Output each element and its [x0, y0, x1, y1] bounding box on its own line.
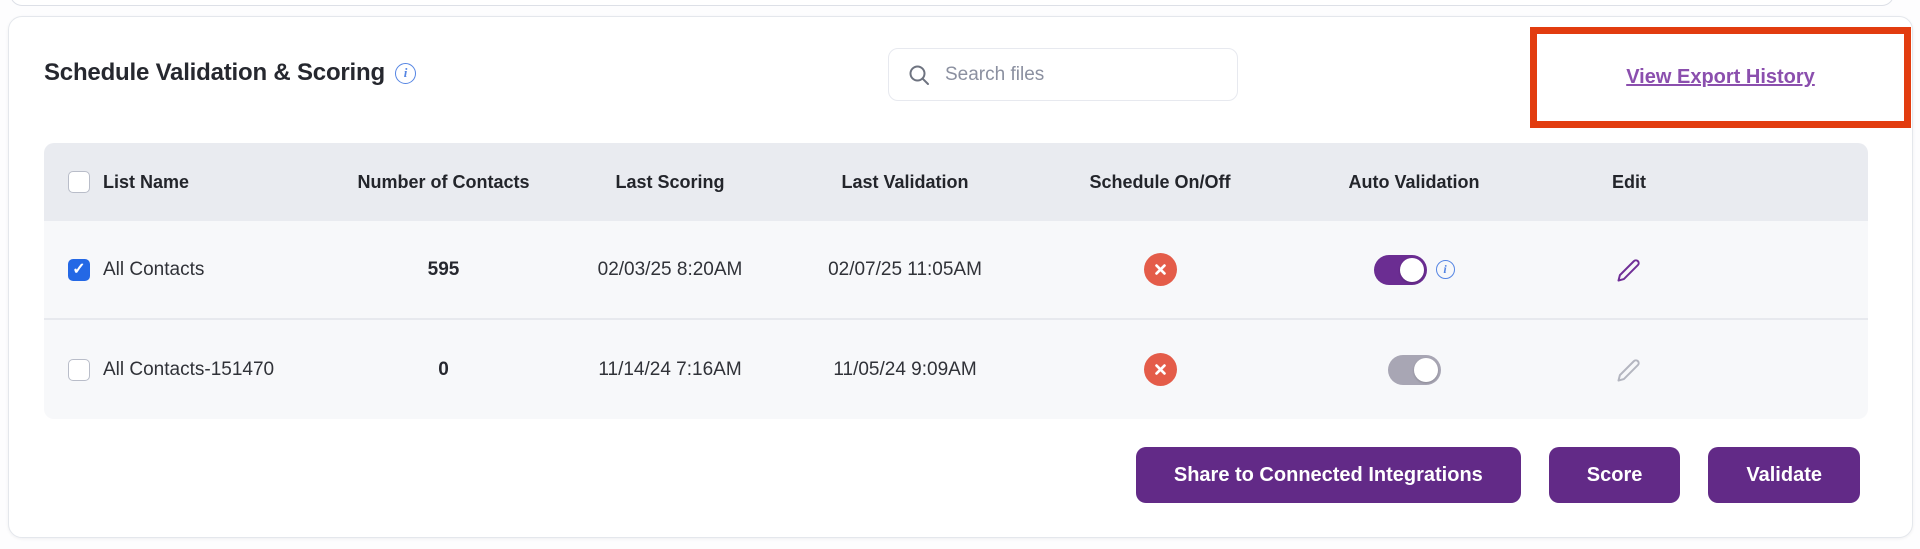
page-title: Schedule Validation & Scoring [44, 59, 416, 87]
list-name: All Contacts-151470 [103, 359, 274, 381]
validate-button[interactable]: Validate [1708, 447, 1860, 503]
toggle-knob [1414, 358, 1438, 382]
last-validation-date: 02/07/25 11:05AM [784, 259, 1026, 281]
schedule-off-error-icon [1144, 253, 1177, 286]
info-icon[interactable] [395, 63, 416, 84]
contacts-count: 0 [331, 359, 556, 381]
table-header-row: List Name Number of Contacts Last Scorin… [44, 143, 1868, 221]
edit-pencil-icon[interactable] [1615, 256, 1643, 284]
header-schedule-on-off: Schedule On/Off [1026, 172, 1294, 193]
score-button[interactable]: Score [1549, 447, 1681, 503]
header-edit: Edit [1534, 172, 1724, 193]
list-name: All Contacts [103, 259, 204, 281]
auto-validation-toggle[interactable] [1388, 355, 1441, 385]
info-icon[interactable] [1436, 260, 1455, 279]
header-last-validation: Last Validation [784, 172, 1026, 193]
share-to-integrations-button[interactable]: Share to Connected Integrations [1136, 447, 1521, 503]
last-scoring-date: 02/03/25 8:20AM [556, 259, 784, 281]
header-auto-validation: Auto Validation [1294, 172, 1534, 193]
page: Schedule Validation & Scoring View Expor… [0, 0, 1920, 549]
search-box[interactable] [888, 48, 1238, 101]
schedule-off-error-icon [1144, 353, 1177, 386]
header-number-of-contacts: Number of Contacts [331, 172, 556, 193]
annotation-highlight-box: View Export History [1530, 27, 1911, 128]
contacts-count: 595 [331, 259, 556, 281]
row-checkbox[interactable] [68, 359, 90, 381]
page-title-text: Schedule Validation & Scoring [44, 59, 385, 87]
table-row: All Contacts-151470 0 11/14/24 7:16AM 11… [44, 320, 1868, 419]
last-scoring-date: 11/14/24 7:16AM [556, 359, 784, 381]
search-icon [907, 63, 931, 87]
toggle-knob [1400, 258, 1424, 282]
search-input[interactable] [945, 64, 1219, 86]
auto-validation-toggle[interactable] [1374, 255, 1427, 285]
view-export-history-link[interactable]: View Export History [1626, 66, 1815, 89]
table-row: All Contacts 595 02/03/25 8:20AM 02/07/2… [44, 221, 1868, 320]
schedule-validation-card: Schedule Validation & Scoring View Expor… [8, 16, 1913, 538]
action-buttons: Share to Connected Integrations Score Va… [1136, 447, 1860, 503]
header-last-scoring: Last Scoring [556, 172, 784, 193]
edit-pencil-icon [1615, 356, 1643, 384]
previous-section-edge [10, 0, 1894, 6]
header-list-name: List Name [103, 172, 189, 193]
schedule-table: List Name Number of Contacts Last Scorin… [44, 143, 1868, 419]
last-validation-date: 11/05/24 9:09AM [784, 359, 1026, 381]
select-all-checkbox[interactable] [68, 171, 90, 193]
row-checkbox[interactable] [68, 259, 90, 281]
